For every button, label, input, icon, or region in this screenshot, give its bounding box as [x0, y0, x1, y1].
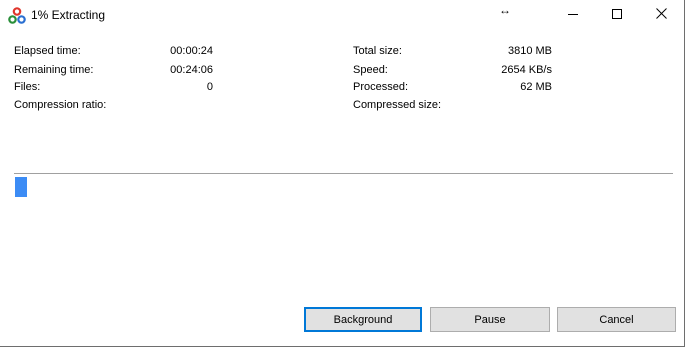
- pause-button[interactable]: Pause: [430, 307, 550, 332]
- speed-value: 2654 KB/s: [501, 64, 552, 76]
- total-size-value: 3810 MB: [507, 45, 552, 57]
- files-value: 0: [206, 81, 213, 93]
- minimize-button[interactable]: [550, 0, 596, 30]
- cancel-button[interactable]: Cancel: [557, 307, 676, 332]
- remaining-time-label: Remaining time:: [14, 64, 94, 76]
- compressed-size-label: Compressed size:: [353, 99, 442, 111]
- files-label: Files:: [14, 81, 41, 93]
- elapsed-time-label: Elapsed time:: [14, 45, 81, 57]
- close-icon: [655, 8, 667, 22]
- compression-ratio-label: Compression ratio:: [14, 99, 107, 111]
- total-size-label: Total size:: [353, 45, 402, 57]
- maximize-icon: [612, 8, 622, 22]
- processed-label: Processed:: [353, 81, 409, 93]
- speed-label: Speed:: [353, 64, 388, 76]
- extract-progress-window: 1% Extracting ↔ Elapsed time: 00:00:24 R…: [0, 0, 685, 347]
- minimize-icon: [568, 9, 578, 22]
- resize-horizontal-icon: ↔: [499, 3, 511, 17]
- 7zip-icon: [8, 7, 26, 25]
- progress-bar: [14, 173, 673, 197]
- background-button[interactable]: Background: [304, 307, 422, 332]
- maximize-button[interactable]: [594, 0, 640, 30]
- remaining-time-value: 00:24:06: [170, 64, 213, 76]
- progress-fill: [15, 177, 27, 197]
- window-title: 1% Extracting: [31, 8, 106, 22]
- processed-value: 62 MB: [520, 81, 552, 93]
- elapsed-time-value: 00:00:24: [170, 45, 213, 57]
- title-bar[interactable]: 1% Extracting ↔: [0, 0, 684, 32]
- close-button[interactable]: [638, 0, 684, 30]
